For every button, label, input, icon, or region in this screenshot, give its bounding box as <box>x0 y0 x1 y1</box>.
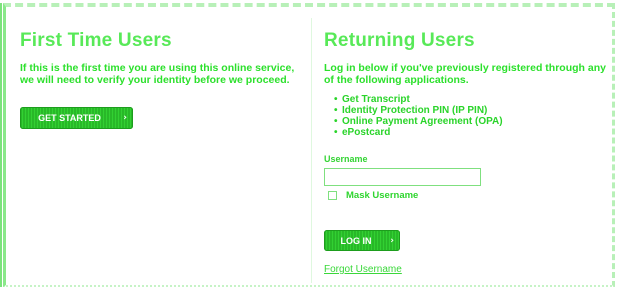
column-divider <box>311 18 312 283</box>
applications-list: Get Transcript Identity Protection PIN (… <box>334 94 606 138</box>
list-item: Online Payment Agreement (OPA) <box>334 116 606 127</box>
list-item: Get Transcript <box>334 94 606 105</box>
chevron-right-icon: › <box>123 113 127 123</box>
list-item: ePostcard <box>334 127 606 138</box>
get-started-button[interactable]: GET STARTED › <box>20 107 133 129</box>
mask-username-label: Mask Username <box>346 190 419 201</box>
mask-username-checkbox[interactable] <box>328 191 337 200</box>
username-label: Username <box>324 154 368 164</box>
forgot-username-link[interactable]: Forgot Username <box>324 264 402 275</box>
chevron-right-icon: › <box>390 235 394 246</box>
list-item: Identity Protection PIN (IP PIN) <box>334 105 606 116</box>
log-in-button[interactable]: LOG IN › <box>324 230 400 251</box>
first-time-description: If this is the first time you are using … <box>20 62 295 86</box>
log-in-label: LOG IN <box>340 235 372 246</box>
returning-users-section: Returning Users Log in below if you've p… <box>324 30 606 275</box>
returning-heading: Returning Users <box>324 30 475 51</box>
username-input[interactable] <box>324 168 481 186</box>
returning-description: Log in below if you've previously regist… <box>324 62 606 86</box>
get-started-label: GET STARTED <box>38 113 101 123</box>
first-time-heading: First Time Users <box>20 30 172 51</box>
mask-username-row: Mask Username <box>328 190 418 201</box>
first-time-users-section: First Time Users If this is the first ti… <box>20 30 295 129</box>
